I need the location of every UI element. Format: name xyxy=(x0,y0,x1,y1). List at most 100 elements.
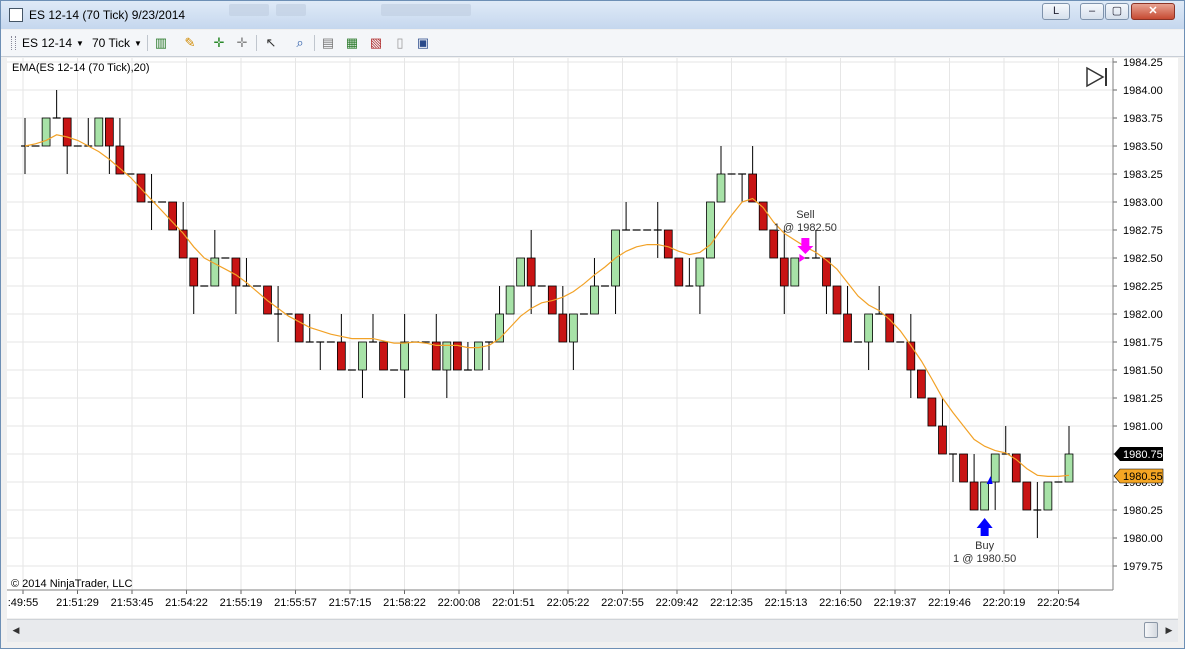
candle-down xyxy=(431,341,441,371)
time-tick-label: 22:20:54 xyxy=(1037,597,1080,609)
close-button[interactable]: ✕ xyxy=(1131,3,1175,20)
candle-down xyxy=(674,257,684,287)
candle-up xyxy=(706,201,715,259)
blurred-tab xyxy=(276,4,306,16)
maximize-button[interactable]: ▢ xyxy=(1105,3,1129,20)
scroll-right-icon[interactable]: ▶ xyxy=(1162,623,1176,638)
bar-type-icon[interactable]: ▥ xyxy=(153,35,169,51)
candle-down xyxy=(959,453,968,483)
minimize-button[interactable]: – xyxy=(1080,3,1104,20)
candle-up xyxy=(990,453,1000,483)
candle-down xyxy=(917,369,926,399)
candle-up xyxy=(716,173,726,203)
buy-arrow-icon xyxy=(976,518,993,536)
candle-up xyxy=(505,285,515,315)
indicators-icon[interactable]: ▧ xyxy=(368,35,384,51)
blurred-tab xyxy=(229,4,269,16)
chart-style-icon[interactable]: ▣ xyxy=(415,35,431,51)
last-price-label: 1980.75 xyxy=(1123,449,1163,461)
data-box-icon[interactable]: ▤ xyxy=(320,35,336,51)
price-tick-label: 1981.00 xyxy=(1123,421,1163,433)
price-tick-label: 1984.00 xyxy=(1123,85,1163,97)
candle-up xyxy=(980,481,989,511)
price-tick-label: 1980.25 xyxy=(1123,505,1163,517)
interval-label: 70 Tick xyxy=(92,36,131,50)
pointer-icon[interactable]: ↖ xyxy=(263,35,279,51)
time-tick-label: 22:16:50 xyxy=(819,597,862,609)
ema-line xyxy=(24,134,1070,477)
time-tick-label: 22:19:37 xyxy=(874,597,917,609)
strategies-icon[interactable]: ▦ xyxy=(344,35,360,51)
chevron-down-icon: ▼ xyxy=(76,39,84,49)
candle-down xyxy=(526,257,536,287)
zoom-icon[interactable]: ⌕ xyxy=(292,35,308,51)
candle-down xyxy=(769,229,779,259)
candle-down xyxy=(748,173,757,203)
global-crosshair-icon[interactable]: ✛ xyxy=(234,35,250,51)
sell-detail: 1 @ 1982.50 xyxy=(774,222,837,234)
time-tick-label: 22:09:42 xyxy=(656,597,699,609)
price-tick-label: 1982.75 xyxy=(1123,225,1163,237)
candle-down xyxy=(1022,481,1032,511)
candle-down xyxy=(231,257,241,287)
instrument-label: ES 12-14 xyxy=(22,36,73,50)
price-tick-label: 1981.50 xyxy=(1123,365,1163,377)
candle-down xyxy=(927,397,937,427)
price-tick-label: 1983.00 xyxy=(1123,197,1163,209)
time-tick-label: 21:57:15 xyxy=(329,597,372,609)
candle-up xyxy=(1043,481,1053,511)
candle-down xyxy=(758,201,768,231)
properties-icon[interactable]: ▯ xyxy=(392,35,408,51)
chart-window: ES 12-14 (70 Tick) 9/23/2014 L – ▢ ✕ ES … xyxy=(0,0,1185,649)
price-tick-label: 1983.50 xyxy=(1123,141,1163,153)
candle-up xyxy=(790,257,800,287)
copyright-text: © 2014 NinjaTrader, LLC xyxy=(11,578,133,590)
chart-toolbar: ES 12-14 ▼ 70 Tick ▼ ▥ ✎ ✛ ✛ ↖ ⌕ ▤ ▦ ▧ ▯ ▣ xyxy=(1,30,1184,57)
time-tick-label: 22:20:19 xyxy=(983,597,1026,609)
candle-down xyxy=(938,425,947,455)
candle-up xyxy=(94,117,104,147)
time-tick-label: 21:54:22 xyxy=(165,597,208,609)
candle-down xyxy=(843,313,852,343)
layout-button[interactable]: L xyxy=(1042,3,1070,20)
time-tick-label: 21:55:57 xyxy=(274,597,317,609)
time-tick-label: 22:01:51 xyxy=(492,597,535,609)
chart-canvas[interactable]: 1984.25 1984.00 1983.75 1983.50 1983.25 1983.… xyxy=(7,58,1178,618)
time-tick-label: 22:12:35 xyxy=(710,597,753,609)
candle-down xyxy=(779,257,789,287)
horizontal-scrollbar[interactable]: ◀ ▶ xyxy=(7,619,1178,642)
candle-up xyxy=(358,341,367,371)
instrument-selector[interactable]: ES 12-14 ▼ xyxy=(22,36,84,50)
drawing-pencil-icon[interactable]: ✎ xyxy=(182,35,198,51)
time-tick-label: 22:05:22 xyxy=(547,597,590,609)
interval-selector[interactable]: 70 Tick ▼ xyxy=(92,36,142,50)
time-tick-label: 22:07:55 xyxy=(601,597,644,609)
candle-down xyxy=(969,481,979,511)
indicator-label: EMA(ES 12-14 (70 Tick),20) xyxy=(12,62,150,74)
ema-price-label: 1980.55 xyxy=(1123,471,1163,483)
price-tick-label: 1981.25 xyxy=(1123,393,1163,405)
scroll-thumb[interactable] xyxy=(1144,622,1158,638)
toolbar-separator xyxy=(147,35,148,51)
candle-down xyxy=(105,117,114,147)
candle-up xyxy=(864,313,873,343)
candle-down xyxy=(294,313,304,343)
price-chart[interactable]: 1984.25 1984.00 1983.75 1983.50 1983.25 1983.… xyxy=(7,58,1178,618)
scroll-left-icon[interactable]: ◀ xyxy=(9,623,23,638)
title-bar[interactable]: ES 12-14 (70 Tick) 9/23/2014 L – ▢ ✕ xyxy=(1,1,1184,29)
crosshair-icon[interactable]: ✛ xyxy=(211,35,227,51)
price-tick-label: 1980.00 xyxy=(1123,533,1163,545)
candle-up xyxy=(695,257,705,287)
candle-down xyxy=(558,313,568,343)
play-forward-icon[interactable] xyxy=(1085,66,1109,88)
time-tick-label: 21:58:22 xyxy=(383,597,426,609)
buy-label: Buy xyxy=(975,540,994,552)
candle-up xyxy=(569,313,578,343)
toolbar-grip[interactable] xyxy=(11,36,16,50)
blurred-tab xyxy=(381,4,471,16)
price-tick-label: 1982.00 xyxy=(1123,309,1163,321)
candle-up xyxy=(1064,453,1074,483)
time-tick-label: 21:51:29 xyxy=(56,597,99,609)
price-tick-label: 1982.25 xyxy=(1123,281,1163,293)
candle-down xyxy=(189,257,199,287)
